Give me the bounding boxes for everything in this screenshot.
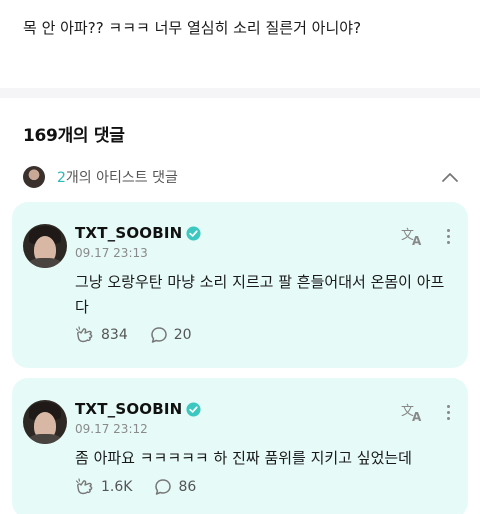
artist-comments-count: 2	[57, 170, 66, 186]
like-count: 834	[101, 327, 128, 343]
comment-actions: 1.6K 86	[75, 478, 218, 496]
author-name[interactable]: TXT_SOOBIN	[75, 400, 182, 418]
artist-comments-label: 2개의 아티스트 댓글	[57, 167, 178, 187]
comment-text: 좀 아파요 ㅋㅋㅋㅋㅋ 하 진짜 품위를 지키고 싶었는데	[75, 449, 412, 467]
reply-count: 20	[173, 327, 192, 343]
author-row: TXT_SOOBIN	[75, 224, 201, 242]
comment-timestamp: 09.17 23:12	[75, 422, 148, 436]
comment-actions: 834 20	[75, 326, 214, 344]
reply-button[interactable]: 20	[150, 326, 192, 344]
avatar[interactable]	[23, 224, 67, 268]
like-button[interactable]: 1.6K	[75, 478, 132, 496]
reply-button[interactable]: 86	[154, 478, 196, 496]
comment-page: 목 안 아파?? ㅋㅋㅋ 너무 열심히 소리 질른거 아니야? 169개의 댓글…	[0, 0, 480, 514]
comment-text: 그냥 오랑우탄 마냥 소리 지르고 팔 흔들어대서 온몸이 아프다	[75, 273, 445, 316]
svg-text:A: A	[412, 234, 422, 247]
verified-check-icon	[186, 401, 201, 417]
comment-timestamp: 09.17 23:13	[75, 246, 148, 260]
comments-count-header: 169개의 댓글	[23, 126, 125, 146]
translate-icon[interactable]: 文 A	[400, 224, 424, 248]
section-divider	[0, 88, 480, 98]
translate-icon[interactable]: 文 A	[400, 400, 424, 424]
svg-text:A: A	[412, 410, 422, 423]
author-row: TXT_SOOBIN	[75, 400, 201, 418]
artist-comments-toggle[interactable]: 2개의 아티스트 댓글	[23, 162, 463, 192]
more-vertical-icon[interactable]	[440, 400, 456, 424]
artist-comment-card: TXT_SOOBIN 09.17 23:13 文 A 그냥 오랑우탄 마냥 소리…	[12, 202, 468, 368]
like-count: 1.6K	[101, 479, 133, 495]
artist-mini-avatar	[23, 166, 45, 188]
avatar[interactable]	[23, 400, 67, 444]
artist-comments-label-text: 개의 아티스트 댓글	[65, 170, 178, 186]
chevron-up-icon[interactable]	[441, 168, 459, 186]
reply-count: 86	[178, 479, 197, 495]
like-button[interactable]: 834	[75, 326, 128, 344]
like-hands-icon	[75, 478, 95, 496]
verified-check-icon	[186, 225, 201, 241]
like-hands-icon	[75, 326, 95, 344]
comment-bubble-icon	[154, 478, 172, 496]
post-text: 목 안 아파?? ㅋㅋㅋ 너무 열심히 소리 질른거 아니야?	[23, 19, 362, 37]
artist-comment-card: TXT_SOOBIN 09.17 23:12 文 A 좀 아파요 ㅋㅋㅋㅋㅋ 하…	[12, 378, 468, 514]
comment-bubble-icon	[150, 326, 168, 344]
more-vertical-icon[interactable]	[440, 224, 456, 248]
author-name[interactable]: TXT_SOOBIN	[75, 224, 182, 242]
